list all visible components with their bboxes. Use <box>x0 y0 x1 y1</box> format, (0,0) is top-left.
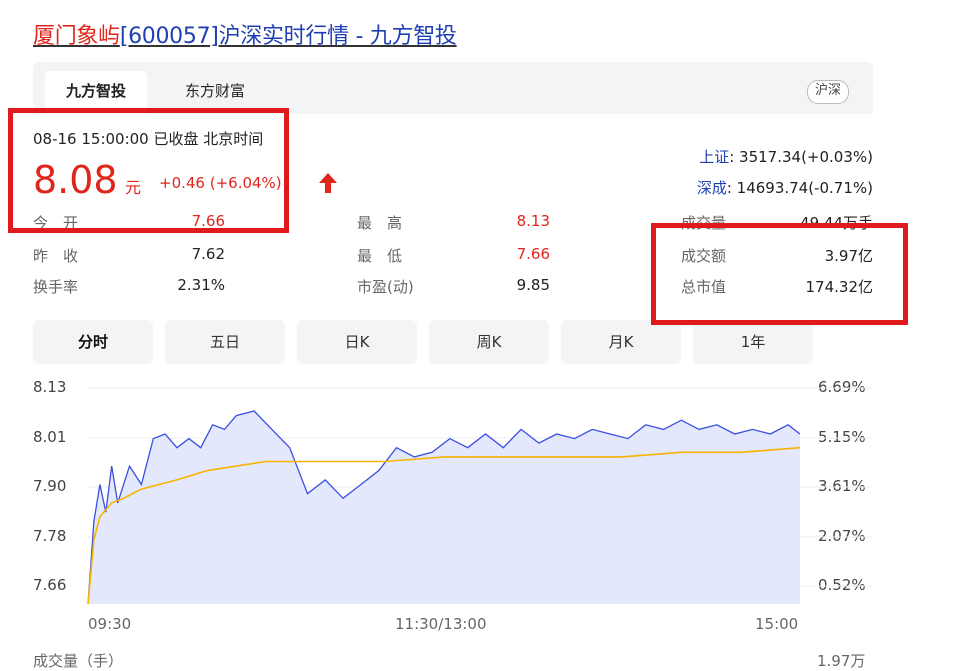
highlight-box-price <box>8 108 289 233</box>
highlight-box-volume <box>651 223 908 325</box>
x-tick: 11:30/13:00 <box>395 615 487 633</box>
price-area <box>88 411 800 604</box>
volume-max: 1.97万 <box>817 652 866 670</box>
x-tick: 15:00 <box>755 615 799 633</box>
volume-label: 成交量（手） <box>33 652 124 670</box>
x-tick: 09:30 <box>88 615 132 633</box>
intraday-chart[interactable] <box>0 0 975 669</box>
